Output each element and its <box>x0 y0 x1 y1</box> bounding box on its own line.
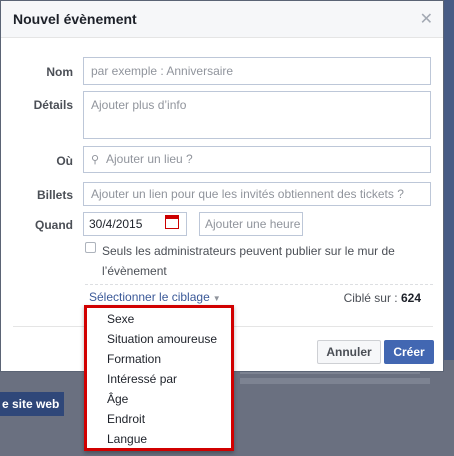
details-placeholder: Ajouter plus d’info <box>91 98 187 112</box>
name-label: Nom <box>46 65 73 79</box>
background-text-line <box>240 378 430 384</box>
time-input[interactable]: Ajouter une heure <box>199 212 303 236</box>
menu-item-formation[interactable]: Formation <box>107 352 161 366</box>
admin-only-label: Seuls les administrateurs peuvent publie… <box>102 244 395 278</box>
close-icon[interactable]: ✕ <box>420 9 433 29</box>
admin-only-checkbox[interactable] <box>85 242 96 253</box>
tickets-input[interactable]: Ajouter un lien pour que les invités obt… <box>83 182 431 206</box>
select-targeting-link[interactable]: Sélectionner le ciblage ▼ <box>89 290 221 304</box>
menu-item-age[interactable]: Âge <box>107 392 128 406</box>
caret-down-icon: ▼ <box>212 294 221 303</box>
targeted-number: 624 <box>400 291 421 305</box>
event-name-placeholder: par exemple : Anniversaire <box>91 64 234 78</box>
location-input[interactable]: Ajouter un lieu ? <box>83 146 431 173</box>
targeted-count: Ciblé sur : 624 <box>344 291 421 305</box>
location-placeholder: Ajouter un lieu ? <box>106 152 193 166</box>
tickets-placeholder: Ajouter un lien pour que les invités obt… <box>91 187 404 201</box>
menu-item-endroit[interactable]: Endroit <box>107 412 145 426</box>
time-placeholder: Ajouter une heure <box>205 217 301 231</box>
dialog-title: Nouvel évènement <box>13 11 137 27</box>
date-value: 30/4/2015 <box>89 217 143 231</box>
menu-item-sexe[interactable]: Sexe <box>107 312 134 326</box>
details-label: Détails <box>33 98 73 112</box>
details-textarea[interactable]: Ajouter plus d’info <box>83 91 431 139</box>
tickets-label: Billets <box>36 188 73 202</box>
menu-item-situation[interactable]: Situation amoureuse <box>107 332 217 346</box>
dialog-header: Nouvel évènement ✕ <box>1 1 443 38</box>
when-label: Quand <box>35 218 73 232</box>
divider <box>85 284 433 285</box>
location-pin-icon: ⚲ <box>91 154 100 166</box>
calendar-icon[interactable] <box>165 215 179 229</box>
menu-item-langue[interactable]: Langue <box>107 432 147 446</box>
background-site-button[interactable]: e site web <box>0 392 64 416</box>
where-label: Où <box>56 154 73 168</box>
event-name-input[interactable]: par exemple : Anniversaire <box>83 57 431 85</box>
targeted-label: Ciblé sur : <box>343 291 398 305</box>
menu-item-interesse[interactable]: Intéressé par <box>107 372 177 386</box>
cancel-button[interactable]: Annuler <box>317 340 381 364</box>
create-button[interactable]: Créer <box>384 340 434 364</box>
select-targeting-label: Sélectionner le ciblage <box>89 290 210 304</box>
targeting-dropdown-menu: Sexe Situation amoureuse Formation Intér… <box>84 305 234 451</box>
